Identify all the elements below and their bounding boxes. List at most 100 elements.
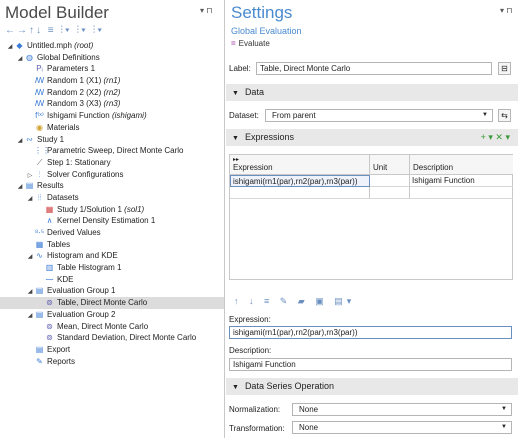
table-header-unit[interactable]: Unit xyxy=(370,155,410,175)
tree-item[interactable]: ꟿ Random 2 (X2) (rn2) xyxy=(0,87,224,99)
tree-item[interactable]: f⁽ˣ⁾ Ishigami Function (ishigami) xyxy=(0,110,224,122)
expressions-section-header[interactable]: ▼ Expressions + ▾ ✕ ▾ xyxy=(226,129,518,146)
tree-item[interactable]: ◢ ◍ Global Definitions xyxy=(0,52,224,64)
tree-item-tag: (sol1) xyxy=(124,204,145,214)
tree-node-icon: ꟿ xyxy=(34,87,45,97)
tree-item-label: Ishigami Function xyxy=(47,111,110,121)
tree-item-label: Global Definitions xyxy=(37,52,100,62)
label-reset-icon[interactable]: ⊟ xyxy=(498,62,511,75)
data-section-label: Data xyxy=(244,87,264,97)
tree-node-icon: Pᵢ xyxy=(36,64,43,74)
tree-item-label: Random 2 (X2) xyxy=(47,87,102,97)
tree-item[interactable]: ◢ ⦙⦙ Datasets xyxy=(0,192,224,204)
tree-item-label: Export xyxy=(47,344,71,354)
tree-item[interactable]: ⁸·⁵ Derived Values xyxy=(0,227,224,239)
tree-item[interactable]: ꟿ Random 3 (X3) (rn3) xyxy=(0,98,224,110)
tree-node-icon: f⁽ˣ⁾ xyxy=(35,111,44,121)
tree-item[interactable]: ◢ ∿ Histogram and KDE xyxy=(0,250,224,262)
tree-item[interactable]: ▤ Export xyxy=(0,344,224,356)
table-cell-description[interactable]: Ishigami Function xyxy=(410,175,513,187)
model-builder-toolbar[interactable]: ←→↑↓ ≡ ⫶▾ ⫶▾ ⫶▾ xyxy=(5,25,104,36)
tree-item-label: Random 1 (X1) xyxy=(47,76,102,86)
tree-item-tag: (rn3) xyxy=(103,99,121,109)
dataset-select[interactable]: From parent ▼ xyxy=(265,109,493,122)
tree-item[interactable]: ✎ Reports xyxy=(0,356,224,368)
tree-item[interactable]: ◢ ▤ Evaluation Group 1 xyxy=(0,285,224,297)
tree-item-label: Solver Configurations xyxy=(47,169,124,179)
dso-section-header[interactable]: ▼ Data Series Operation xyxy=(226,378,518,395)
tree-item-label: Parametric Sweep, Direct Monte Carlo xyxy=(47,146,184,156)
panel-menu-pin-icon[interactable]: ▾ ⊓ xyxy=(500,6,512,15)
tree-node-icon: ⫶ xyxy=(38,169,41,179)
description-field[interactable]: Ishigami Function xyxy=(229,358,512,371)
tree-item[interactable]: ▷ ⫶ Solver Configurations xyxy=(0,169,224,181)
evaluate-icon: = xyxy=(231,39,236,48)
tree-item[interactable]: ▥ Table Histogram 1 xyxy=(0,262,224,274)
tree-item[interactable]: Pᵢ Parameters 1 xyxy=(0,63,224,75)
tree-item[interactable]: ◉ Materials xyxy=(0,122,224,134)
tree-item-label: Parameters 1 xyxy=(47,64,96,74)
model-tree: ◢ ◆ Untitled.mph (root) ◢ ◍ Global Definition… xyxy=(0,40,224,367)
tree-item[interactable]: ◢ ▤ Results xyxy=(0,180,224,192)
tree-node-icon: ◍ xyxy=(26,52,33,62)
dataset-goto-icon[interactable]: ⇆ xyxy=(498,109,511,122)
tree-node-icon: ▤ xyxy=(25,181,34,191)
tree-node-icon: ▦ xyxy=(45,204,54,214)
tree-item-label: Step 1: Stationary xyxy=(47,157,111,167)
tree-item[interactable]: ⊚ Standard Deviation, Direct Monte Carlo xyxy=(0,332,224,344)
table-cell-description[interactable] xyxy=(410,187,513,199)
tree-item[interactable]: ▦ Study 1/Solution 1 (sol1) xyxy=(0,204,224,216)
expression-field[interactable]: ishigami(rn1(par),rn2(par),rn3(par)) xyxy=(229,326,512,339)
description-caption: Description: xyxy=(229,346,272,355)
table-header-description[interactable]: Description xyxy=(410,155,513,175)
tree-item-label: Untitled.mph xyxy=(27,41,72,50)
tree-node-icon: ◆ xyxy=(16,41,23,50)
tree-item[interactable]: ⊚ Table, Direct Monte Carlo xyxy=(0,297,224,309)
settings-panel: Settings ▾ ⊓ Global Evaluation = Evaluate… xyxy=(226,0,518,438)
tree-item[interactable]: ⁓ KDE xyxy=(0,274,224,286)
tree-item-label: Materials xyxy=(47,122,80,132)
data-section-header[interactable]: ▼ Data xyxy=(226,84,518,101)
table-cell-unit[interactable] xyxy=(370,175,410,187)
tree-node-icon: ∧ xyxy=(46,216,53,226)
panel-menu-pin-icon[interactable]: ▾ ⊓ xyxy=(200,6,212,15)
expressions-section-label: Expressions xyxy=(244,132,294,142)
table-header-expression[interactable]: ▸▸ Expression xyxy=(230,155,370,175)
tree-item[interactable]: ⋮⋮Parametric Sweep, Direct Monte Carlo xyxy=(0,145,224,157)
tree-item[interactable]: ▦ Tables xyxy=(0,239,224,251)
tree-node-icon: ⊚ xyxy=(46,298,53,308)
tree-node-icon: ◉ xyxy=(36,122,43,132)
expressions-add-replace-icons[interactable]: + ▾ ✕ ▾ xyxy=(481,129,510,146)
tree-item-label: Mean, Direct Monte Carlo xyxy=(57,321,149,331)
tree-node-icon: ⊚ xyxy=(46,321,53,331)
tree-item-label: Random 3 (X3) xyxy=(47,99,102,109)
tree-item[interactable]: ◢ ◆ Untitled.mph (root) xyxy=(0,40,224,52)
normalization-select[interactable]: None ▼ xyxy=(292,403,512,416)
table-cell-expression[interactable]: ishigami(rn1(par),rn2(par),rn3(par)) xyxy=(230,175,370,187)
tree-item[interactable]: ∧ Kernel Density Estimation 1 xyxy=(0,215,224,227)
settings-title: Settings xyxy=(231,3,293,22)
tree-item[interactable]: ◢ ▤ Evaluation Group 2 xyxy=(0,309,224,321)
tree-item-label: Reports xyxy=(47,356,76,366)
table-cell-expression[interactable] xyxy=(230,187,370,199)
normalization-caption: Normalization: xyxy=(229,405,281,414)
tree-node-icon: ⋮⋮ xyxy=(34,146,50,156)
expression-caption: Expression: xyxy=(229,315,271,324)
table-toolbar[interactable]: ↑ ↓ ≡ ✎ ▰ ▣ ▤▾ xyxy=(234,296,355,307)
table-cell-unit[interactable] xyxy=(370,187,410,199)
tree-item[interactable]: ꟿ Random 1 (X1) (rn1) xyxy=(0,75,224,87)
tree-item[interactable]: ◢ ∾ Study 1 xyxy=(0,134,224,146)
chevron-down-icon: ▼ xyxy=(501,406,507,412)
tree-item-label: Evaluation Group 2 xyxy=(47,309,116,319)
transformation-select[interactable]: None ▼ xyxy=(292,421,512,434)
chevron-down-icon: ▼ xyxy=(501,424,507,430)
model-builder-panel: Model Builder ▾ ⊓ ←→↑↓ ≡ ⫶▾ ⫶▾ ⫶▾ ◢ ◆ Unti… xyxy=(0,0,225,438)
tree-item-label: KDE xyxy=(57,274,74,284)
label-field[interactable]: Table, Direct Monte Carlo xyxy=(256,62,492,75)
evaluate-button[interactable]: = Evaluate xyxy=(231,39,270,48)
tree-item[interactable]: ⊚ Mean, Direct Monte Carlo xyxy=(0,321,224,333)
tree-item[interactable]: ⟋ Step 1: Stationary xyxy=(0,157,224,169)
tree-node-icon: ▤ xyxy=(35,309,44,319)
dso-section-label: Data Series Operation xyxy=(244,381,334,391)
tree-node-icon: ✎ xyxy=(36,356,43,366)
